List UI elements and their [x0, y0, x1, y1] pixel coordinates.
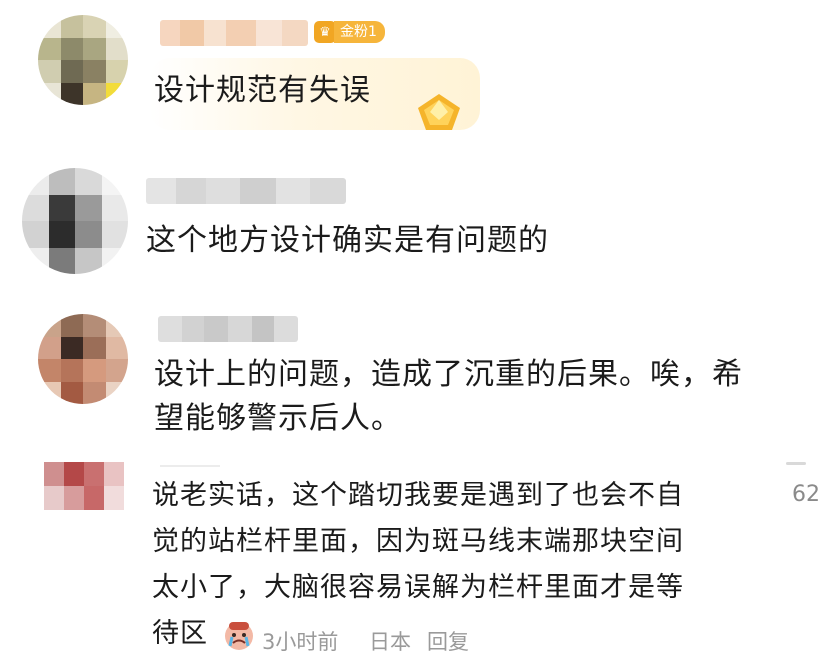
- comment-text-line: 太小了，大脑很容易误解为栏杆里面才是等: [152, 572, 684, 603]
- comment-text-line: 说老实话，这个踏切我要是遇到了也会不自: [152, 480, 684, 511]
- like-count[interactable]: 62: [792, 482, 820, 507]
- comment-text-line: 觉的站栏杆里面，因为斑马线末端那块空间: [152, 526, 684, 557]
- comment-text-line: 设计上的问题，造成了沉重的后果。唉，希: [154, 357, 743, 392]
- comment-timestamp: 3小时前: [262, 630, 339, 654]
- comment-text-line: 望能够警示后人。: [154, 401, 402, 436]
- comment-text: 设计规范有失误: [154, 73, 371, 108]
- avatar[interactable]: [44, 462, 124, 510]
- crying-face-emoji: [225, 622, 253, 650]
- divider: [160, 465, 220, 467]
- reply-button[interactable]: 回复: [427, 626, 469, 656]
- fan-level-badge: ♛ 金粉1: [314, 20, 385, 44]
- avatar[interactable]: [22, 168, 128, 274]
- comment-item: 这个地方设计确实是有问题的: [0, 160, 836, 290]
- comment-item: 设计上的问题，造成了沉重的后果。唉，希 望能够警示后人。: [0, 300, 836, 460]
- comment-text: 这个地方设计确实是有问题的: [146, 223, 549, 258]
- gold-gem-icon: [418, 94, 460, 130]
- fan-level-label: 金粉1: [334, 21, 385, 43]
- divider: [786, 462, 806, 465]
- comment-text-line: 待区: [152, 618, 208, 649]
- comment-location: 日本: [369, 630, 411, 654]
- comment-item: ♛ 金粉1 设计规范有失误: [0, 0, 836, 150]
- avatar[interactable]: [38, 314, 128, 404]
- avatar[interactable]: [38, 15, 128, 105]
- comment-item: 说老实话，这个踏切我要是遇到了也会不自 觉的站栏杆里面，因为斑马线末端那块空间 …: [0, 460, 836, 658]
- crown-badge-icon: ♛: [314, 21, 336, 43]
- username-blurred[interactable]: [146, 178, 346, 204]
- username-blurred[interactable]: [158, 316, 298, 342]
- username-blurred[interactable]: [160, 20, 308, 46]
